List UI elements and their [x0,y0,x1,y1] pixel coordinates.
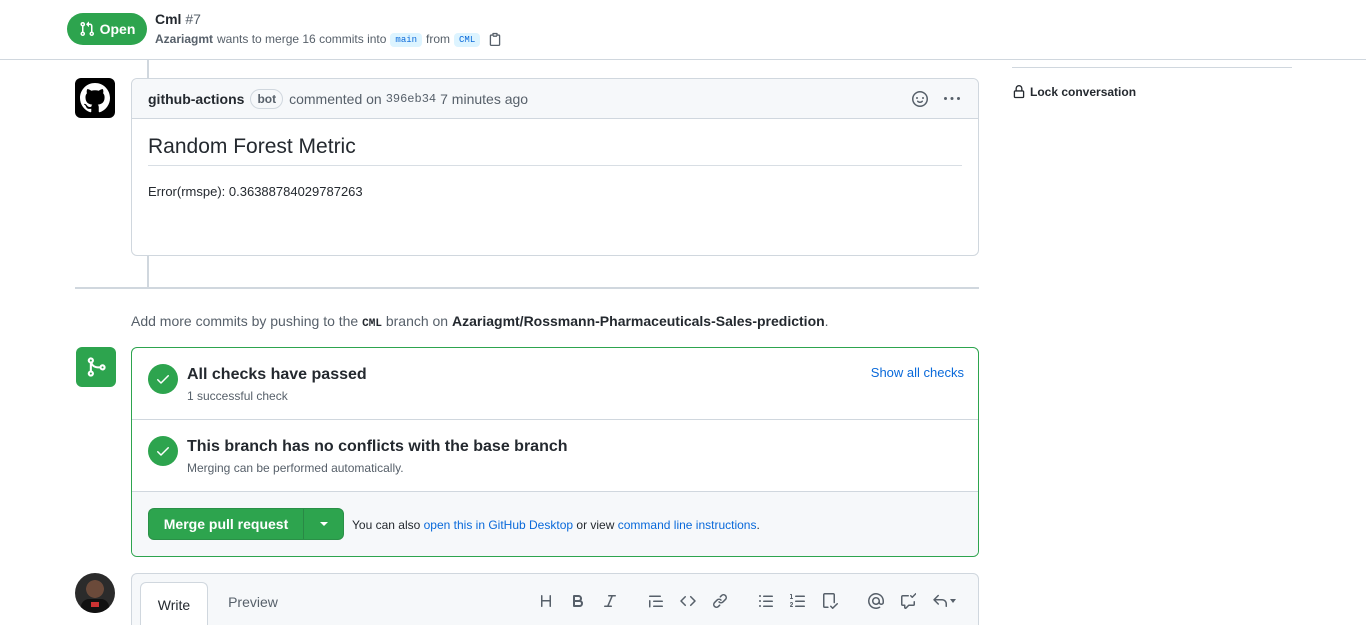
pr-meta: Azariagmt wants to merge 16 commits into… [155,31,502,47]
code-icon[interactable] [677,590,699,612]
comment-actions [910,89,962,109]
merge-method-dropdown[interactable] [304,509,343,539]
command-line-instructions-link[interactable]: command line instructions [618,518,757,532]
push-hint-repo: Azariagmt/Rossmann-Pharmaceuticals-Sales… [452,313,825,329]
push-hint: Add more commits by pushing to the CML b… [131,313,829,330]
cross-reference-icon[interactable] [897,590,919,612]
comment-body: Random Forest Metric Error(rmspe): 0.363… [132,119,978,215]
conflicts-title: This branch has no conflicts with the ba… [187,438,568,455]
lock-conversation-button[interactable]: Lock conversation [1012,85,1136,99]
comment-composer: Write Preview [131,573,979,625]
pr-number: #7 [185,11,201,27]
reply-icon[interactable] [929,590,959,612]
base-branch-tag[interactable]: main [390,33,423,47]
tab-write[interactable]: Write [140,582,208,625]
tab-preview[interactable]: Preview [216,594,290,610]
bot-comment: github-actions bot commented on 396eb34 … [131,78,979,256]
pr-sticky-header: Open Cml #7 Azariagmt wants to merge 16 … [0,0,1366,60]
conflicts-subtitle: Merging can be performed automatically. [187,461,404,475]
ordered-list-icon[interactable] [787,590,809,612]
comment-header: github-actions bot commented on 396eb34 … [132,79,978,119]
heading-icon[interactable] [535,590,557,612]
pr-state-badge: Open [67,13,147,45]
open-in-desktop-link[interactable]: open this in GitHub Desktop [424,518,573,532]
alt-suffix: . [756,518,760,532]
mention-icon[interactable] [865,590,887,612]
comment-time-link[interactable]: 7 minutes ago [440,91,528,107]
github-actions-avatar[interactable] [75,78,115,118]
conflicts-row: This branch has no conflicts with the ba… [132,420,978,492]
merge-box: All checks have passed 1 successful chec… [131,347,979,557]
kebab-menu-icon[interactable] [942,89,962,109]
lock-conversation-label: Lock conversation [1030,85,1137,99]
show-all-checks-link[interactable]: Show all checks [871,365,964,380]
push-hint-branch: CML [362,318,382,330]
pr-state-label: Open [99,21,136,37]
push-hint-middle: branch on [385,313,449,329]
comment-heading: Random Forest Metric [148,135,962,166]
comment-action-text: commented on [289,90,382,107]
checks-subtitle: 1 successful check [187,389,288,403]
quote-icon[interactable] [645,590,667,612]
task-list-icon[interactable] [819,590,841,612]
unordered-list-icon[interactable] [755,590,777,612]
pr-title-text: Cml [155,11,182,27]
merge-actions: Merge pull request You can also open thi… [132,492,978,556]
markdown-toolbar [535,590,969,612]
head-branch-tag[interactable]: CML [454,33,481,47]
check-circle-icon [148,364,178,394]
bold-icon[interactable] [567,590,589,612]
alt-middle: or view [576,518,615,532]
pr-meta-text: wants to merge 16 commits into [217,32,387,46]
pr-title: Cml #7 [155,11,201,27]
pr-from-text: from [426,32,451,46]
caret-down-icon [950,599,956,603]
copy-icon[interactable] [488,32,502,46]
push-hint-prefix: Add more commits by pushing to the [131,313,359,329]
merge-button-group: Merge pull request [148,508,344,540]
current-user-avatar[interactable] [75,573,115,613]
git-pull-request-icon [80,21,94,37]
smiley-icon[interactable] [910,89,930,109]
timeline-separator [75,287,979,289]
italic-icon[interactable] [599,590,621,612]
check-circle-icon [148,436,178,466]
lock-icon [1013,85,1025,99]
git-merge-icon [76,347,116,387]
commit-sha-link[interactable]: 396eb34 [386,92,436,106]
github-mark-icon [80,83,110,113]
checks-row: All checks have passed 1 successful chec… [132,348,978,420]
comment-author-link[interactable]: github-actions [148,91,244,107]
pr-author-link[interactable]: Azariagmt [155,32,213,46]
merge-pull-request-button[interactable]: Merge pull request [149,509,304,539]
sidebar-divider [1012,67,1292,68]
link-icon[interactable] [709,590,731,612]
alt-prefix: You can also [352,518,421,532]
bot-label: bot [250,88,284,109]
caret-down-icon [319,522,328,526]
push-hint-suffix: . [824,313,829,329]
comment-metric-text: Error(rmspe): 0.36388784029787263 [148,184,363,199]
checks-title: All checks have passed [187,366,367,383]
merge-alternatives: You can also open this in GitHub Desktop… [352,518,760,532]
